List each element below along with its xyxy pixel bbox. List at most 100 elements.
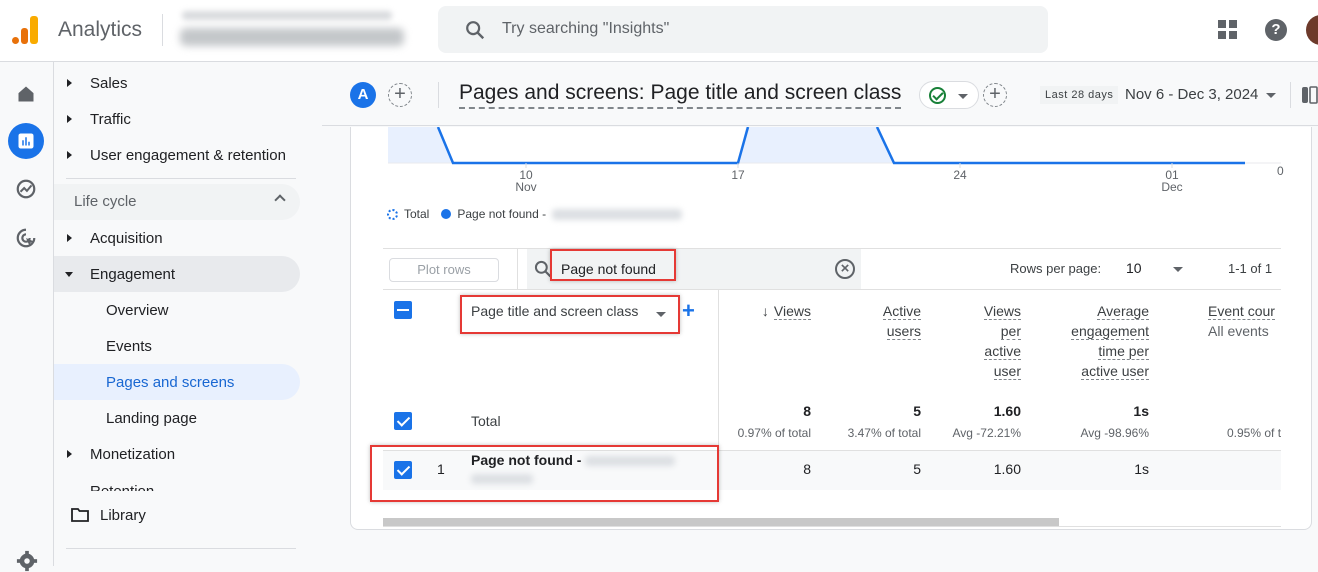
left-rail [0,62,54,572]
col-label: per [1000,323,1021,340]
expand-icon [67,450,72,458]
nav-item-sales[interactable]: Sales [54,65,300,101]
compare-icon[interactable] [1301,85,1318,105]
dimension-caret-icon[interactable] [656,312,666,317]
rail-reports[interactable] [8,123,44,159]
comparison-badge[interactable]: A [350,82,376,108]
column-header-views[interactable]: ↓ Views [762,301,811,321]
horizontal-scrollbar[interactable] [383,518,1059,526]
col-label: Views [983,303,1021,320]
report-status-button[interactable] [919,81,979,109]
add-comparison-button[interactable]: + [388,83,412,107]
table-search-input[interactable] [557,258,757,280]
row-avg-engagement: 1s [1134,461,1149,477]
rows-caret-icon[interactable] [1173,267,1183,272]
rows-per-page-select[interactable]: 10 [1126,260,1142,276]
row-checkbox[interactable] [394,461,412,479]
nav-item-traffic[interactable]: Traffic [54,101,300,137]
table-search: × [527,249,861,289]
nav-section-life-cycle[interactable]: Life cycle [54,184,300,220]
nav-item-library[interactable]: Library [54,497,300,533]
clear-search-icon[interactable]: × [835,259,855,279]
column-header-views-per-user[interactable]: Views per active user [983,301,1021,381]
row-active-users: 5 [913,461,921,477]
total-avg-engagement-sub: Avg -98.96% [1080,426,1150,440]
area-segment [738,127,894,163]
nav-label: Landing page [106,409,197,427]
total-checkbox[interactable] [394,412,412,430]
redacted-text [552,208,683,220]
expand-icon [67,79,72,87]
help-icon[interactable]: ? [1265,19,1287,41]
nav-item-events[interactable]: Events [54,328,300,364]
add-dimension-button[interactable]: + [682,298,695,324]
rows-per-page-label: Rows per page: [1010,261,1102,276]
col-label: user [993,363,1021,380]
pagination-status: 1-1 of 1 [1228,261,1273,276]
nav-label: Library [100,506,146,524]
avatar[interactable] [1306,15,1318,45]
col-label: active [984,343,1021,360]
search-icon [466,21,485,40]
add-report-button[interactable]: + [983,83,1007,107]
global-search[interactable]: Try searching "Insights" [438,6,1048,53]
analytics-logo[interactable] [12,16,40,44]
nav-item-landing-page[interactable]: Landing page [54,400,300,436]
dimension-label: Page title and screen class [471,303,639,319]
row-page-title-text: Page not found - [471,452,582,468]
col-label: Views [773,303,811,320]
total-active-users-sub: 3.47% of total [847,426,921,440]
collapse-icon [65,272,73,277]
y-tick-label: 0 [1277,164,1284,178]
page-title[interactable]: Pages and screens: Page title and screen… [459,81,902,109]
date-preset-chip: Last 28 days [1040,86,1119,104]
total-active-users: 5 [913,403,921,419]
home-icon [18,86,34,102]
date-range[interactable]: Nov 6 - Dec 3, 2024 [1125,86,1258,103]
nav-label: Overview [106,301,169,319]
column-header-active-users[interactable]: Active users [882,301,921,341]
account-selector[interactable] [178,8,410,52]
gear-icon[interactable] [16,550,38,572]
dimension-select[interactable]: Page title and screen class [471,303,638,319]
report-card: 10 Nov 17 24 01 Dec 0 Total Page not found - P… [350,127,1312,530]
nav-label: Events [106,337,152,355]
x-tick-month: Dec [1161,180,1182,194]
col-sublabel: All events [1208,323,1269,339]
apps-grid-icon[interactable] [1218,20,1238,40]
report-header: A + Pages and screens: Page title and sc… [322,62,1318,126]
divider [66,178,296,179]
nav-item-engagement[interactable]: Engagement [54,256,300,292]
plot-rows-button[interactable]: Plot rows [389,258,499,282]
nav-item-retention[interactable]: Retention [90,482,154,491]
nav-item-user-engagement[interactable]: User engagement & retention [54,137,300,173]
nav-item-pages-and-screens[interactable]: Pages and screens [54,364,300,400]
nav-item-overview[interactable]: Overview [54,292,300,328]
nav-label: Pages and screens [106,373,235,391]
nav-item-acquisition[interactable]: Acquisition [54,220,300,256]
nav-item-monetization[interactable]: Monetization [54,436,300,472]
area-segment [388,127,453,163]
column-header-avg-engagement[interactable]: Average engagement time per active user [1071,301,1149,381]
row-page-title[interactable]: Page not found - [471,452,676,468]
select-all-checkbox[interactable] [394,301,412,319]
nav-label: Acquisition [90,229,163,247]
col-label: Average [1097,303,1149,320]
rail-explore[interactable] [8,171,44,207]
divider [162,14,163,46]
rail-advertising[interactable] [8,220,44,256]
date-caret-icon[interactable] [1266,93,1276,98]
series-line [436,127,750,165]
expand-icon [67,151,72,159]
row-views: 8 [803,461,811,477]
col-label: users [886,323,921,340]
total-views-sub: 0.97% of total [737,426,811,440]
expand-icon [67,115,72,123]
col-label: engagement [1071,323,1149,340]
redacted-text [471,474,533,484]
total-views: 8 [803,403,811,419]
nav-label: Sales [90,74,128,92]
column-header-event-count[interactable]: Event cour All events [1208,301,1275,341]
rail-home[interactable] [8,76,44,112]
x-tick-label: 17 [731,168,745,182]
